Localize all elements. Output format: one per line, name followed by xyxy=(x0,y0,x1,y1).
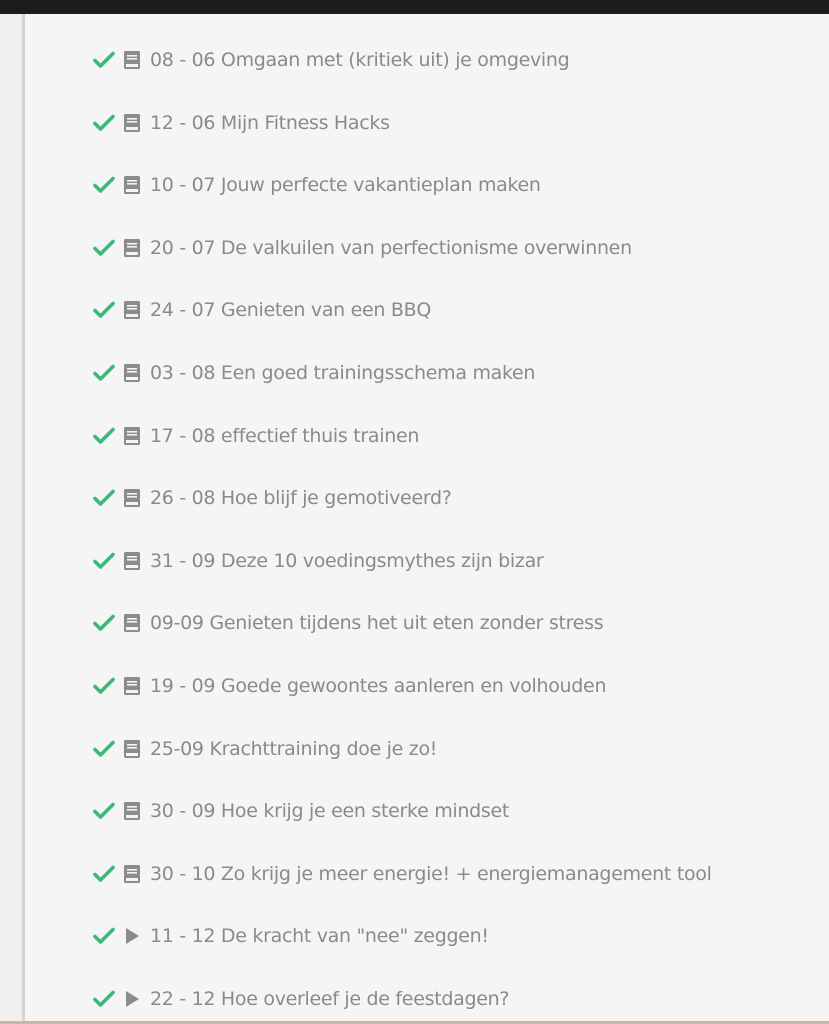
book-icon xyxy=(122,363,142,383)
lesson-item[interactable]: 08 - 06 Omgaan met (kritiek uit) je omge… xyxy=(92,45,570,75)
book-icon xyxy=(122,50,142,70)
checkmark-icon xyxy=(92,300,116,320)
lesson-item[interactable]: 22 - 12 Hoe overleef je de feestdagen? xyxy=(92,984,509,1014)
lesson-item[interactable]: 11 - 12 De kracht van "nee" zeggen! xyxy=(92,921,489,951)
lesson-title: 30 - 09 Hoe krijg je een sterke mindset xyxy=(150,800,510,823)
checkmark-icon xyxy=(92,551,116,571)
checkmark-icon xyxy=(92,113,116,133)
top-bar xyxy=(0,0,829,14)
lesson-item[interactable]: 19 - 09 Goede gewoontes aanleren en volh… xyxy=(92,671,607,701)
lesson-item[interactable]: 09-09 Genieten tijdens het uit eten zond… xyxy=(92,608,604,638)
book-icon xyxy=(122,300,142,320)
lesson-title: 30 - 10 Zo krijg je meer energie! + ener… xyxy=(150,862,712,885)
book-icon xyxy=(122,488,142,508)
book-icon xyxy=(122,864,142,884)
lesson-item[interactable]: 25-09 Krachttraining doe je zo! xyxy=(92,734,437,764)
checkmark-icon xyxy=(92,363,116,383)
lesson-title: 11 - 12 De kracht van "nee" zeggen! xyxy=(150,925,489,948)
book-icon xyxy=(122,175,142,195)
lesson-title: 03 - 08 Een goed trainingsschema maken xyxy=(150,362,536,384)
book-icon xyxy=(122,551,142,571)
lesson-item[interactable]: 31 - 09 Deze 10 voedingsmythes zijn biza… xyxy=(92,546,544,576)
lesson-item[interactable]: 26 - 08 Hoe blijf je gemotiveerd? xyxy=(92,483,452,513)
checkmark-icon xyxy=(92,739,116,759)
lesson-title: 31 - 09 Deze 10 voedingsmythes zijn biza… xyxy=(150,549,544,572)
lesson-item[interactable]: 03 - 08 Een goed trainingsschema maken xyxy=(92,358,535,388)
checkmark-icon xyxy=(92,676,116,696)
lesson-title: 26 - 08 Hoe blijf je gemotiveerd? xyxy=(150,487,452,510)
lesson-item[interactable]: 10 - 07 Jouw perfecte vakantieplan maken xyxy=(92,170,541,200)
checkmark-icon xyxy=(92,613,116,633)
book-icon xyxy=(122,426,142,446)
book-icon xyxy=(122,613,142,633)
checkmark-icon xyxy=(92,801,116,821)
checkmark-icon xyxy=(92,926,116,946)
checkmark-icon xyxy=(92,864,116,884)
checkmark-icon xyxy=(92,989,116,1009)
lesson-item[interactable]: 17 - 08 effectief thuis trainen xyxy=(92,421,419,451)
lesson-title: 20 - 07 De valkuilen van perfectionisme … xyxy=(150,236,632,259)
lesson-item[interactable]: 20 - 07 De valkuilen van perfectionisme … xyxy=(92,233,632,263)
checkmark-icon xyxy=(92,488,116,508)
checkmark-icon xyxy=(92,175,116,195)
book-icon xyxy=(122,676,142,696)
lesson-title: 09-09 Genieten tijdens het uit eten zond… xyxy=(150,612,604,635)
checkmark-icon xyxy=(92,426,116,446)
book-icon xyxy=(122,801,142,821)
lesson-item[interactable]: 30 - 09 Hoe krijg je een sterke mindset xyxy=(92,796,509,826)
lesson-title: 12 - 06 Mijn Fitness Hacks xyxy=(150,111,390,134)
play-icon xyxy=(122,926,142,946)
checkmark-icon xyxy=(92,238,116,258)
lesson-title: 08 - 06 Omgaan met (kritiek uit) je omge… xyxy=(150,49,570,71)
lesson-item[interactable]: 12 - 06 Mijn Fitness Hacks xyxy=(92,108,390,138)
lesson-title: 24 - 07 Genieten van een BBQ xyxy=(150,299,432,322)
lesson-title: 25-09 Krachttraining doe je zo! xyxy=(150,737,438,760)
lesson-title: 22 - 12 Hoe overleef je de feestdagen? xyxy=(150,988,510,1010)
left-divider xyxy=(22,14,25,1024)
book-icon xyxy=(122,739,142,759)
lesson-item[interactable]: 24 - 07 Genieten van een BBQ xyxy=(92,295,431,325)
checkmark-icon xyxy=(92,50,116,70)
play-icon xyxy=(122,989,142,1009)
lesson-title: 19 - 09 Goede gewoontes aanleren en volh… xyxy=(150,675,607,697)
lesson-title: 10 - 07 Jouw perfecte vakantieplan maken xyxy=(150,174,541,197)
book-icon xyxy=(122,238,142,258)
left-gutter xyxy=(0,14,22,1024)
book-icon xyxy=(122,113,142,133)
lesson-item[interactable]: 30 - 10 Zo krijg je meer energie! + ener… xyxy=(92,859,712,889)
lesson-title: 17 - 08 effectief thuis trainen xyxy=(150,424,420,447)
